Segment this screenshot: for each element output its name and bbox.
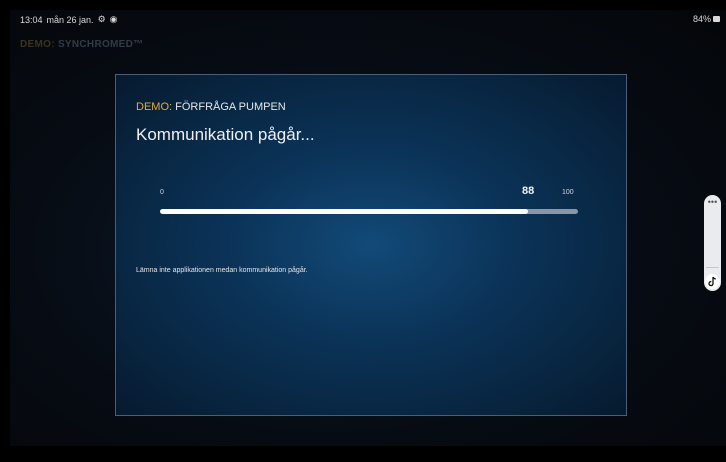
tiktok-icon[interactable] bbox=[705, 274, 720, 289]
progress-max-label: 100 bbox=[562, 189, 574, 196]
kicker-text: FÖRFRÅGA PUMPEN bbox=[175, 101, 286, 113]
status-date: mån 26 jan. bbox=[46, 14, 94, 25]
status-time: 13:04 bbox=[20, 14, 43, 25]
widget-divider bbox=[706, 267, 719, 268]
progress-track bbox=[160, 209, 578, 214]
brand-demo-prefix: DEMO: bbox=[20, 39, 55, 50]
battery-icon bbox=[713, 16, 720, 22]
progress-fill bbox=[160, 209, 528, 214]
brand-name: SYNCHROMED™ bbox=[57, 39, 144, 50]
progress-min-label: 0 bbox=[160, 189, 164, 196]
dialog-title: Kommunikation pågår... bbox=[136, 125, 315, 144]
location-icon: ◉ bbox=[109, 14, 118, 24]
status-right: 84% bbox=[693, 14, 720, 24]
progress-value-label: 88 bbox=[522, 185, 535, 197]
battery-percent: 84% bbox=[692, 14, 711, 24]
communication-dialog: DEMO: FÖRFRÅGA PUMPEN Kommunikation pågå… bbox=[115, 74, 627, 416]
warning-message: Lämna inte applikationen medan kommunika… bbox=[136, 267, 308, 274]
app-screen: 13:04 mån 26 jan. ⚙ ◉ 84% DEMO: SYNCHROM… bbox=[10, 10, 726, 446]
dialog-kicker: DEMO: FÖRFRÅGA PUMPEN bbox=[136, 101, 286, 113]
settings-icon: ⚙ bbox=[97, 14, 106, 24]
floating-side-widget[interactable]: ••• bbox=[704, 195, 721, 291]
status-left: 13:04 mån 26 jan. ⚙ ◉ bbox=[20, 14, 118, 25]
kicker-demo-prefix: DEMO: bbox=[136, 101, 173, 113]
app-brand: DEMO: SYNCHROMED™ bbox=[20, 39, 143, 50]
more-icon[interactable]: ••• bbox=[704, 197, 721, 207]
status-bar: 13:04 mån 26 jan. ⚙ ◉ 84% bbox=[10, 10, 726, 28]
